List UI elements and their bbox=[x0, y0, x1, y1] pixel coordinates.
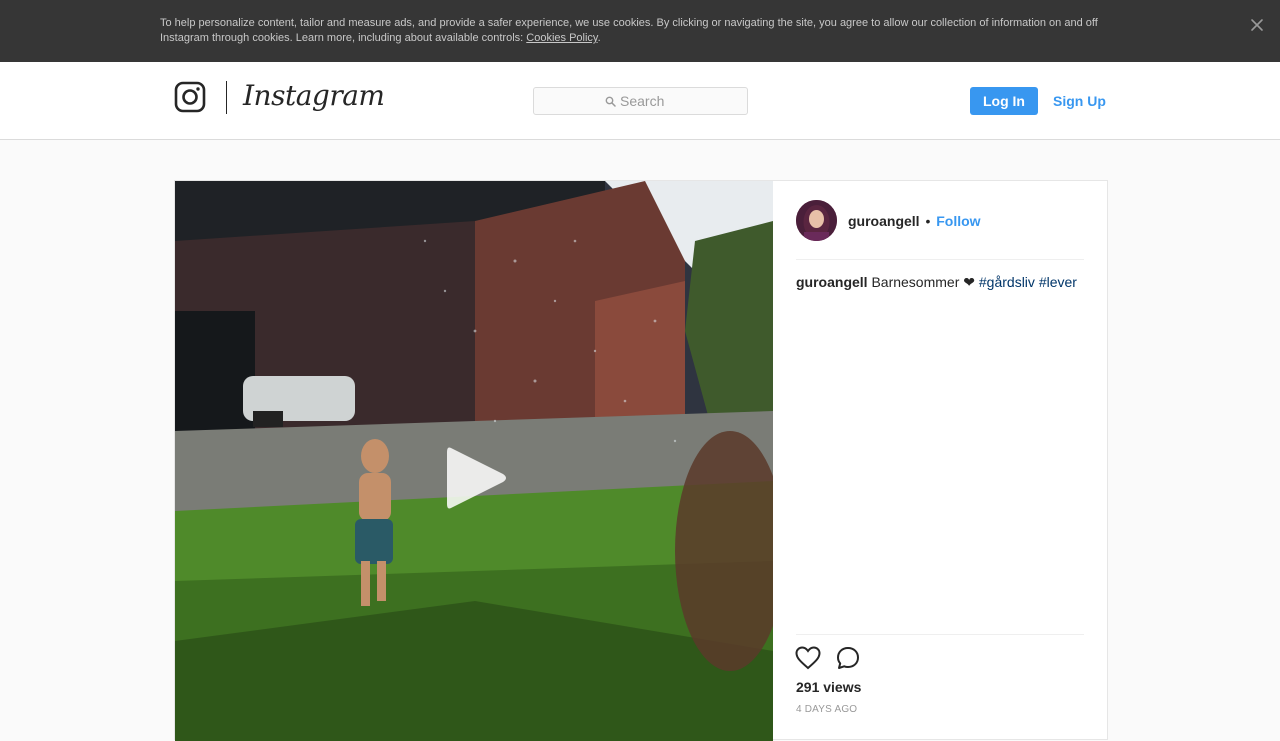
post-card: guroangell • Follow guroangell Barnesomm… bbox=[174, 180, 1108, 741]
search-icon bbox=[605, 96, 616, 107]
post-details: guroangell • Follow guroangell Barnesomm… bbox=[773, 181, 1108, 741]
divider bbox=[796, 259, 1084, 260]
owner-row: guroangell • Follow bbox=[848, 213, 981, 230]
cookie-message: To help personalize content, tailor and … bbox=[160, 17, 1098, 44]
comment-icon[interactable] bbox=[836, 646, 860, 670]
view-count: 291 views bbox=[796, 679, 862, 695]
cookies-policy-link[interactable]: Cookies Policy bbox=[526, 32, 597, 44]
owner-username[interactable]: guroangell bbox=[848, 213, 920, 229]
timestamp[interactable]: 4 DAYS AGO bbox=[796, 704, 857, 715]
separator-dot: • bbox=[925, 213, 931, 229]
top-nav: Instagram Log In Sign Up bbox=[0, 62, 1280, 140]
play-icon[interactable] bbox=[445, 444, 509, 512]
close-icon[interactable] bbox=[1248, 16, 1266, 34]
divider bbox=[796, 634, 1084, 635]
instagram-glyph-icon[interactable] bbox=[174, 81, 206, 113]
post-video[interactable] bbox=[175, 181, 773, 741]
cookie-suffix: . bbox=[597, 32, 601, 44]
hashtag-link[interactable]: #gårdsliv bbox=[979, 274, 1035, 290]
follow-button[interactable]: Follow bbox=[936, 213, 980, 229]
caption: guroangell Barnesommer ❤ #gårdsliv #leve… bbox=[796, 273, 1086, 291]
search-input[interactable] bbox=[620, 91, 740, 111]
cookie-banner: To help personalize content, tailor and … bbox=[0, 0, 1280, 62]
avatar[interactable] bbox=[796, 200, 837, 241]
login-button[interactable]: Log In bbox=[970, 87, 1038, 115]
heart-icon[interactable] bbox=[795, 646, 821, 670]
instagram-wordmark[interactable]: Instagram bbox=[243, 79, 385, 112]
signup-link[interactable]: Sign Up bbox=[1053, 93, 1106, 109]
logo-divider bbox=[226, 81, 227, 114]
search-box[interactable] bbox=[533, 87, 748, 115]
cookie-text: To help personalize content, tailor and … bbox=[160, 16, 1110, 46]
caption-text: Barnesommer ❤ bbox=[867, 274, 979, 290]
hashtag-link[interactable]: #lever bbox=[1039, 274, 1077, 290]
caption-username[interactable]: guroangell bbox=[796, 274, 868, 290]
